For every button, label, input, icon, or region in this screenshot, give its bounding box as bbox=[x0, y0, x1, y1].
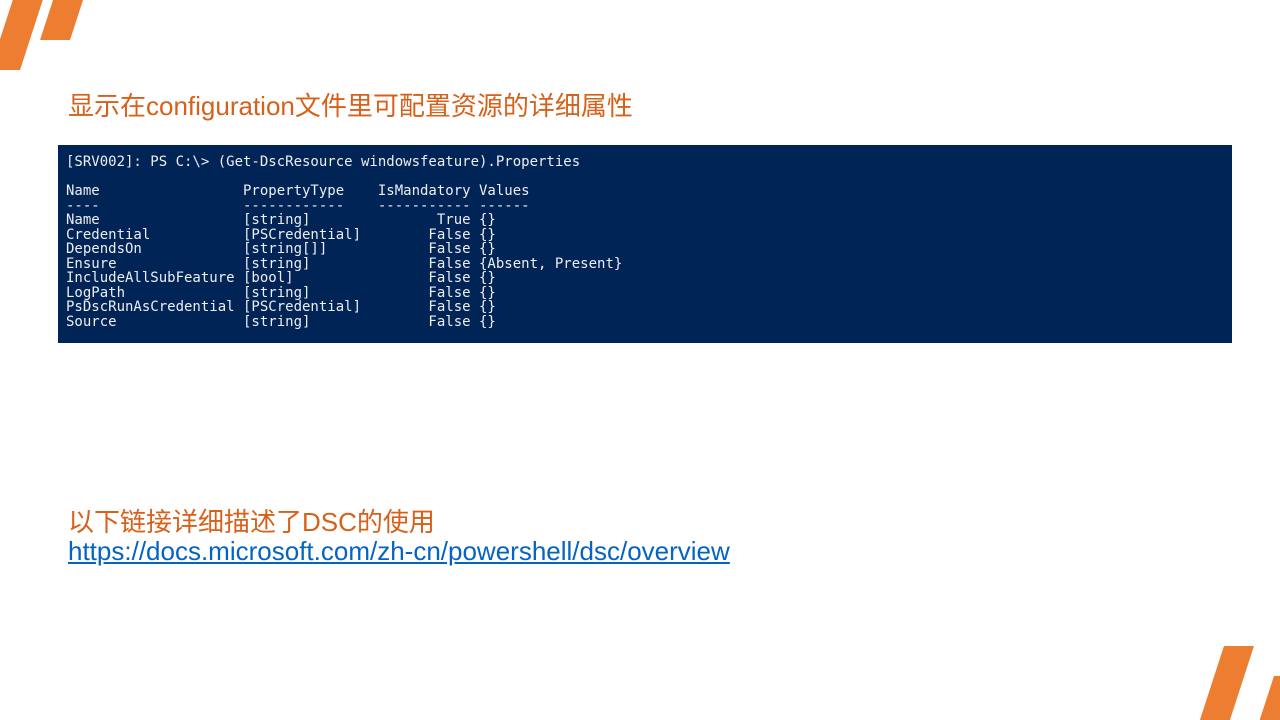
slide-heading-2: 以下链接详细描述了DSC的使用 bbox=[68, 502, 435, 539]
dsc-docs-link[interactable]: https://docs.microsoft.com/zh-cn/powersh… bbox=[68, 536, 730, 567]
corner-decoration-top bbox=[0, 0, 110, 70]
corner-decoration-bottom bbox=[1160, 640, 1280, 720]
slide-heading-1: 显示在configuration文件里可配置资源的详细属性 bbox=[68, 86, 633, 123]
powershell-console-output: [SRV002]: PS C:\> (Get-DscResource windo… bbox=[58, 145, 1232, 343]
